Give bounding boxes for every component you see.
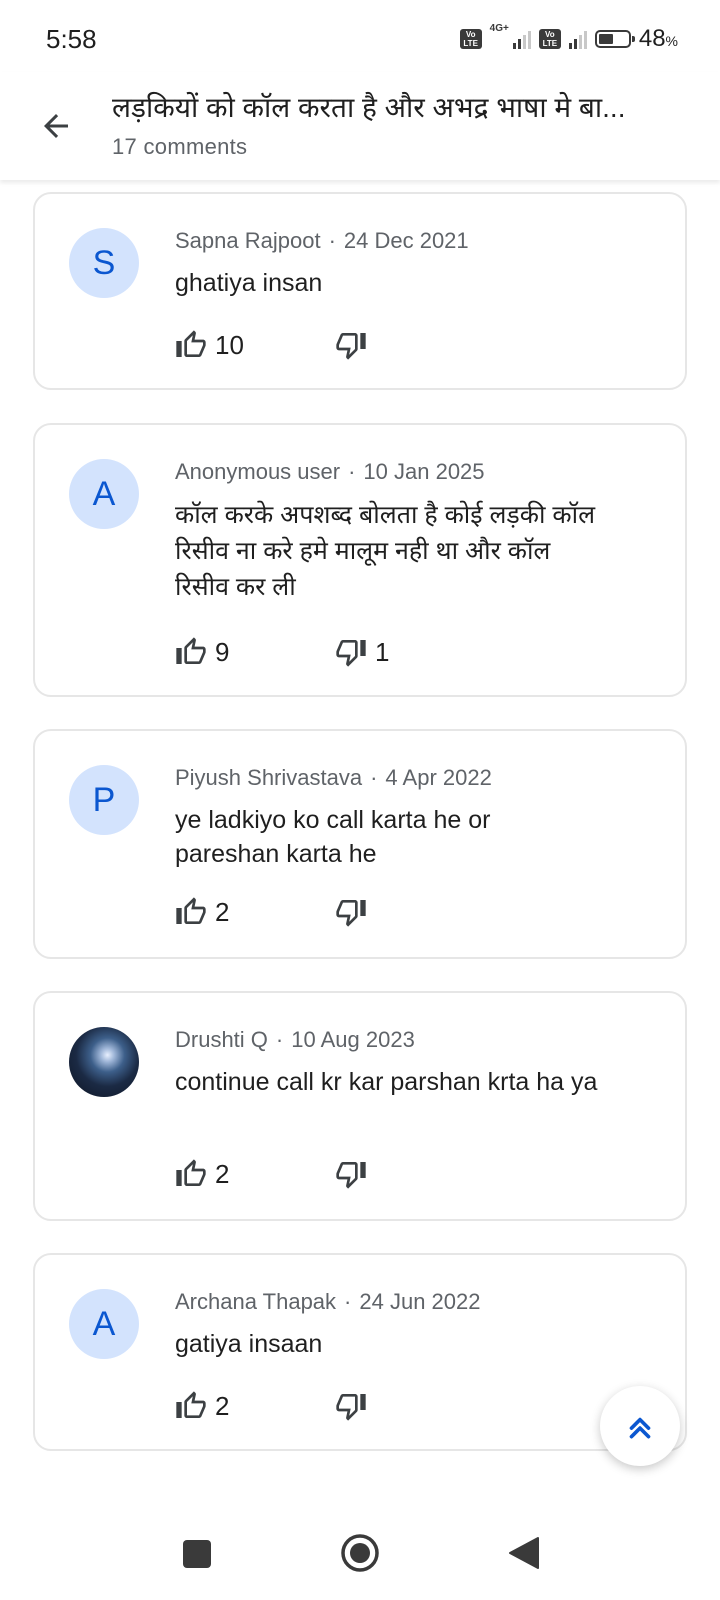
comment-meta: Archana Thapak · 24 Jun 2022 xyxy=(175,1289,480,1315)
volte-icon: Vo LTE xyxy=(459,29,482,49)
comment-actions: 2 xyxy=(175,1389,375,1423)
comment-card: P Piyush Shrivastava · 4 Apr 2022 ye ladki… xyxy=(33,729,687,959)
comment-card: A Anonymous user · 10 Jan 2025 कॉल करके अप… xyxy=(33,423,687,697)
dislike-button[interactable] xyxy=(335,1157,375,1191)
comment-actions: 9 1 xyxy=(175,635,389,669)
meta-separator: · xyxy=(344,1289,352,1314)
like-count: 9 xyxy=(215,636,230,667)
system-back-button[interactable] xyxy=(506,1535,542,1571)
comment-author: Piyush Shrivastava xyxy=(175,765,363,790)
thumbs-up-icon xyxy=(176,637,206,664)
like-button[interactable]: 2 xyxy=(175,895,335,929)
dislike-button[interactable] xyxy=(335,895,375,929)
comment-date: 24 Jun 2022 xyxy=(359,1289,481,1314)
comment-meta: Drushti Q · 10 Aug 2023 xyxy=(175,1027,415,1053)
comment-actions: 10 xyxy=(175,328,375,362)
thumbs-down-icon xyxy=(336,1394,366,1421)
dislike-button[interactable] xyxy=(335,328,375,362)
comment-author: Anonymous user xyxy=(175,459,341,484)
app-header: लड़कियों को कॉल करता है और अभद्र भाषा मे… xyxy=(0,72,720,180)
comment-card: A Archana Thapak · 24 Jun 2022 gatiya insa… xyxy=(33,1253,687,1451)
like-count: 2 xyxy=(215,1390,230,1421)
like-button[interactable]: 9 xyxy=(175,635,335,669)
comment-date: 24 Dec 2021 xyxy=(343,228,469,253)
comment-date: 10 Aug 2023 xyxy=(291,1027,415,1052)
back-button[interactable] xyxy=(32,102,80,150)
status-time: 5:58 xyxy=(46,24,97,54)
battery-icon xyxy=(594,30,635,48)
status-bar: 5:58 Vo LTE 4G+ Vo LTE 48% xyxy=(0,0,720,72)
dislike-count: 1 xyxy=(375,636,390,667)
signal-icon xyxy=(512,29,531,49)
comment-actions: 2 xyxy=(175,1157,375,1191)
meta-separator: · xyxy=(370,765,378,790)
thumbs-up-icon xyxy=(176,1159,206,1186)
thumbs-down-icon xyxy=(336,333,366,360)
comment-text: कॉल करके अपशब्द बोलता है कोई लड़की कॉल र… xyxy=(175,501,596,601)
comment-meta: Sapna Rajpoot · 24 Dec 2021 xyxy=(175,228,469,254)
status-icons: Vo LTE 4G+ Vo LTE 48% xyxy=(459,23,678,54)
dislike-button[interactable]: 1 xyxy=(335,635,389,669)
page-title: लड़कियों को कॉल करता है और अभद्र भाषा मे… xyxy=(112,92,626,123)
avatar: A xyxy=(69,459,139,529)
thumbs-up-icon xyxy=(176,330,206,357)
battery-percent: 48% xyxy=(638,25,678,52)
double-chevron-up-icon xyxy=(629,1417,651,1439)
recents-button[interactable] xyxy=(183,1540,211,1568)
avatar: A xyxy=(69,1289,139,1359)
thumbs-up-icon xyxy=(176,897,206,924)
meta-separator: · xyxy=(275,1027,284,1052)
thumbs-down-icon xyxy=(336,1162,366,1189)
comment-text: gatiya insaan xyxy=(175,1330,323,1358)
dislike-button[interactable] xyxy=(335,1389,375,1423)
thumbs-up-icon xyxy=(176,1391,206,1418)
scroll-to-top-button[interactable] xyxy=(600,1386,680,1466)
comment-count: 17 comments xyxy=(112,134,248,159)
avatar: S xyxy=(69,228,139,298)
comment-card: Drushti Q · 10 Aug 2023 continue call kr k… xyxy=(33,991,687,1221)
volte-icon-2: Vo LTE xyxy=(538,29,561,49)
arrow-left-icon xyxy=(44,114,68,138)
comment-date: 10 Jan 2025 xyxy=(363,459,485,484)
like-button[interactable]: 2 xyxy=(175,1157,335,1191)
thumbs-down-icon xyxy=(336,900,366,927)
comment-author: Drushti Q xyxy=(175,1027,268,1052)
signal-icon-2 xyxy=(568,29,587,49)
comment-text: ghatiya insan xyxy=(175,269,323,297)
like-count: 2 xyxy=(215,1158,230,1189)
comment-meta: Piyush Shrivastava · 4 Apr 2022 xyxy=(175,765,492,791)
comment-author: Sapna Rajpoot xyxy=(175,228,321,253)
comment-author: Archana Thapak xyxy=(175,1289,337,1314)
comment-meta: Anonymous user · 10 Jan 2025 xyxy=(175,459,485,485)
meta-separator: · xyxy=(328,228,336,253)
like-count: 2 xyxy=(215,896,230,927)
network-type: 4G+ xyxy=(489,23,509,34)
avatar-image xyxy=(69,1027,139,1097)
comment-text: ye ladkiyo ko call karta he or pareshan … xyxy=(175,806,491,868)
avatar: P xyxy=(69,765,139,835)
like-button[interactable]: 10 xyxy=(175,328,335,362)
thumbs-down-icon xyxy=(336,640,366,667)
comment-card: S Sapna Rajpoot · 24 Dec 2021 ghatiya insa… xyxy=(33,192,687,390)
comment-date: 4 Apr 2022 xyxy=(385,765,492,790)
comment-text: continue call kr kar parshan krta ha ya xyxy=(175,1068,598,1096)
meta-separator: · xyxy=(348,459,356,484)
comment-actions: 2 xyxy=(175,895,375,929)
like-button[interactable]: 2 xyxy=(175,1389,335,1423)
like-count: 10 xyxy=(215,329,244,360)
home-button[interactable] xyxy=(340,1533,380,1573)
